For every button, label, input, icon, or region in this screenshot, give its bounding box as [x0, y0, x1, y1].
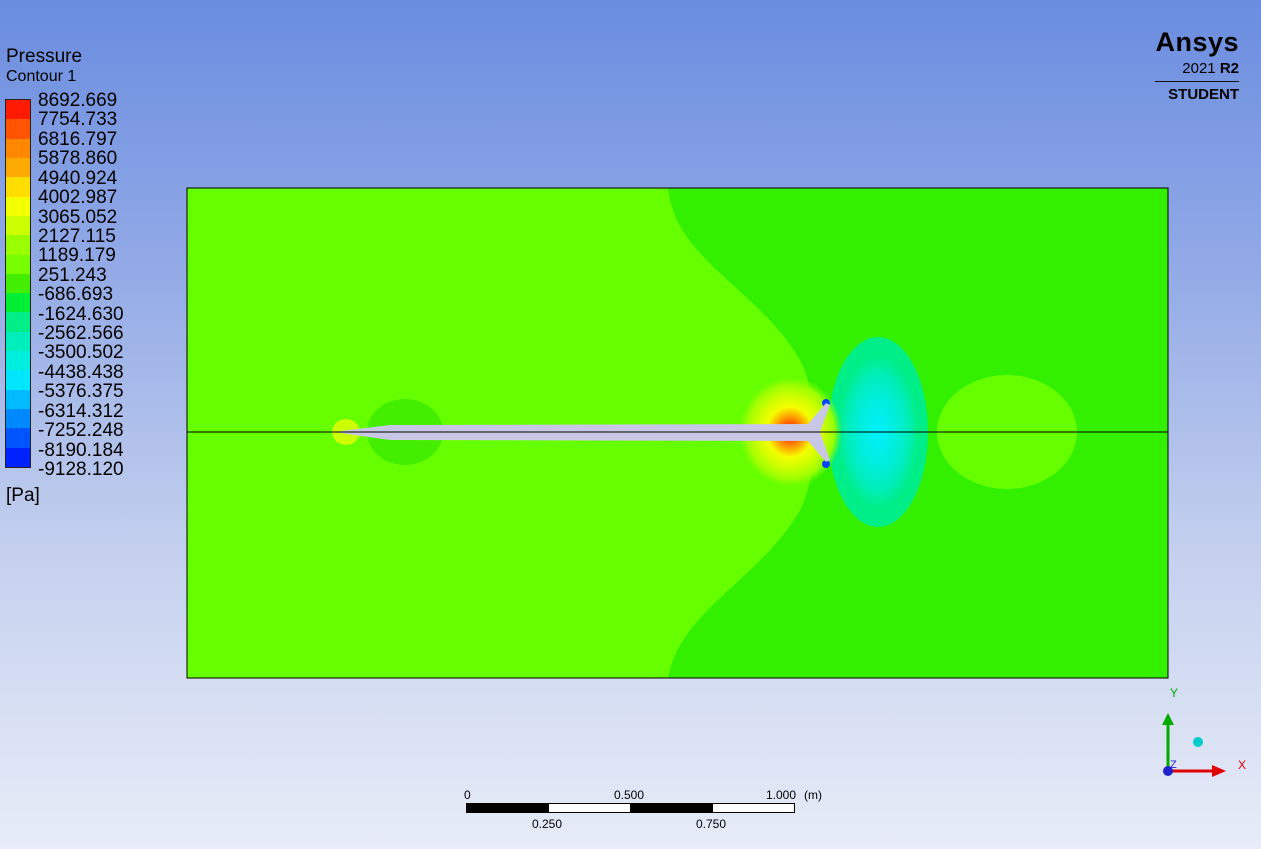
scale-segment-2 — [548, 803, 631, 813]
scale-label-0-750: 0.750 — [696, 817, 727, 831]
axis-triad: Y X Z — [1162, 686, 1246, 777]
scale-label-unit: (m) — [804, 788, 822, 802]
scale-label-0: 0 — [464, 788, 471, 802]
z-axis-label: Z — [1170, 759, 1177, 771]
scale-segment-3 — [630, 803, 713, 813]
scale-segment-1 — [466, 803, 549, 813]
y-axis-arrowhead — [1162, 713, 1174, 725]
scale-label-0-500: 0.500 — [614, 788, 645, 802]
x-axis-label: X — [1238, 758, 1246, 772]
scale-label-0-250: 0.250 — [532, 817, 563, 831]
x-axis-arrowhead — [1212, 765, 1226, 777]
y-axis-label: Y — [1170, 686, 1178, 700]
scale-label-1-000: 1.000 — [766, 788, 797, 802]
view-indicator-dot — [1193, 737, 1203, 747]
contour-viewport[interactable] — [0, 0, 1261, 849]
scale-segment-4 — [712, 803, 795, 813]
scale-bar: 0 0.500 1.000 (m) 0.250 0.750 — [464, 788, 822, 838]
